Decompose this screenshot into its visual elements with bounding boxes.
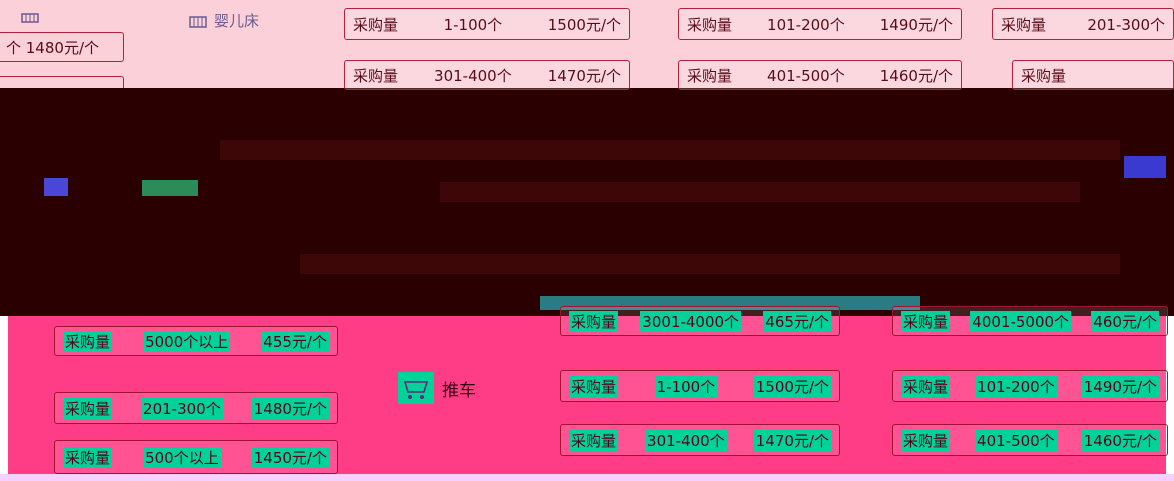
cart-icon [398,372,434,404]
tier-price: 1460元/个 [879,66,953,85]
tier-label: 采购量 [63,446,113,468]
price-tier-7[interactable]: 采购量 5000个以上 455元/个 [54,326,338,356]
price-tier-6[interactable]: 采购量 [1012,60,1174,90]
tier-range: 3001-4000个 [640,310,742,332]
tier-price: 460元/个 [1091,310,1159,332]
tier-price: 1450元/个 [251,446,329,468]
tier-label: 采购量 [1001,15,1047,34]
corrupted-row [220,140,1120,160]
tier-label: 采购量 [353,66,399,85]
tier-range: 201-300个 [1087,15,1165,34]
tier-range: 301-400个 [645,429,727,451]
crib-icon [21,13,39,23]
price-tier-11[interactable]: 采购量 1-100个 1500元/个 [560,370,840,402]
price-tier-3[interactable]: 采购量 201-300个 [992,8,1174,40]
corrupted-row [440,182,1080,202]
price-tier-12[interactable]: 采购量 101-200个 1490元/个 [892,370,1168,402]
tier-range: 4001-5000个 [970,310,1072,332]
price-tier-13[interactable]: 采购量 500个以上 1450元/个 [54,440,338,474]
tier-price: 1500元/个 [547,15,621,34]
tier-label: 采购量 [687,15,733,34]
tier-label: 采购量 [1021,66,1067,85]
tier-price: 1490元/个 [879,15,953,34]
left-price-tier-2[interactable] [0,76,124,88]
tier-label: 采购量 [901,429,951,451]
price-tier-4[interactable]: 采购量 301-400个 1470元/个 [344,60,630,90]
tier-label: 采购量 [901,375,951,397]
cart-label: 推车 [442,380,476,401]
price-tier-9[interactable]: 采购量 4001-5000个 460元/个 [892,306,1168,336]
tier-price: 1470元/个 [547,66,621,85]
tier-range: 201-300个 [141,397,223,419]
tier-range: 101-200个 [975,375,1057,397]
category-bed[interactable]: 婴儿床 [188,10,259,31]
tier-range: 401-500个 [767,66,845,85]
tier-label: 采购量 [901,310,951,332]
left-price-tier[interactable]: 个 1480元/个 [0,32,124,62]
tier-label: 采购量 [63,397,113,419]
tier-price: 1500元/个 [753,375,831,397]
tier-label: 采购量 [569,375,619,397]
corrupted-row [300,254,1120,274]
tier-range: 401-500个 [975,429,1057,451]
bottom-strip [0,474,1174,481]
tier-label: 采购量 [63,330,113,352]
tier-price: 个 1480元/个 [6,38,99,57]
tier-range: 301-400个 [434,66,512,85]
tier-range: 500个以上 [143,446,221,468]
price-tier-5[interactable]: 采购量 401-500个 1460元/个 [678,60,962,90]
tier-label: 采购量 [353,15,399,34]
crib-icon [189,15,207,28]
price-tier-2[interactable]: 采购量 101-200个 1490元/个 [678,8,962,40]
category-crib[interactable] [20,6,40,26]
price-tier-8[interactable]: 采购量 3001-4000个 465元/个 [560,306,840,336]
price-tier-15[interactable]: 采购量 401-500个 1460元/个 [892,424,1168,456]
tier-range: 5000个以上 [143,330,231,352]
price-tier-1[interactable]: 采购量 1-100个 1500元/个 [344,8,630,40]
tier-range: 1-100个 [443,15,503,34]
glitch-block [44,178,68,196]
tier-price: 1460元/个 [1081,429,1159,451]
category-bed-label: 婴儿床 [214,12,260,30]
tier-price: 1480元/个 [251,397,329,419]
tier-range: 1-100个 [654,375,718,397]
price-tier-10[interactable]: 采购量 201-300个 1480元/个 [54,392,338,424]
glitch-block [1124,156,1166,178]
tier-label: 采购量 [687,66,733,85]
dark-overlay-band [0,88,1174,316]
tier-price: 1470元/个 [753,429,831,451]
glitch-block [142,180,198,196]
tier-label: 采购量 [569,310,619,332]
tier-price: 455元/个 [261,330,329,352]
tier-range: 101-200个 [767,15,845,34]
tier-price: 465元/个 [763,310,831,332]
tier-label: 采购量 [569,429,619,451]
tier-price: 1490元/个 [1081,375,1159,397]
price-tier-14[interactable]: 采购量 301-400个 1470元/个 [560,424,840,456]
cart-button[interactable]: 推车 [398,372,476,404]
